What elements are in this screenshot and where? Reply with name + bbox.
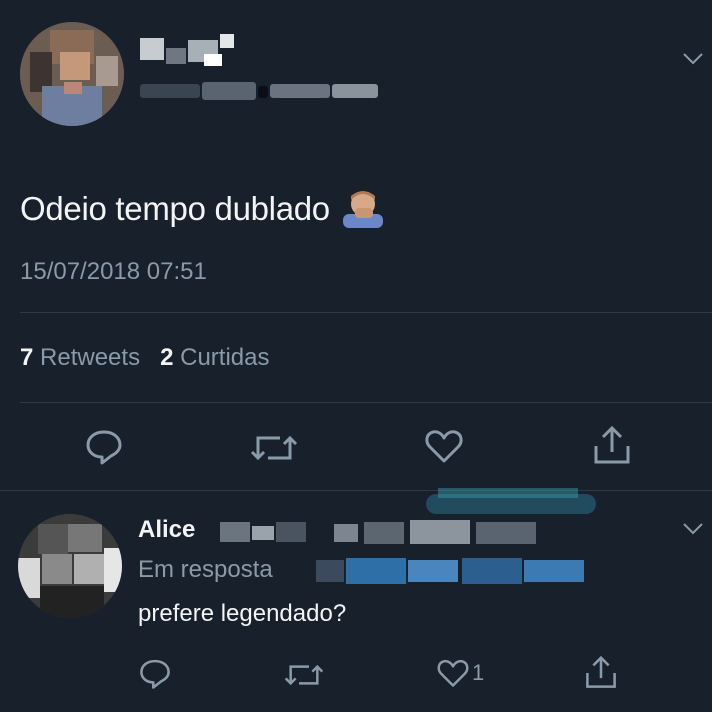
facepalm-emoji: [339, 188, 387, 228]
author-name-redacted: [140, 34, 250, 68]
reply-in-reply-to: Em resposta: [138, 556, 273, 584]
retweet-icon[interactable]: [250, 430, 298, 466]
reply-icon[interactable]: [84, 426, 124, 466]
reply-author-redacted: [214, 516, 544, 546]
in-reply-to-label: Em resposta: [138, 556, 273, 583]
chevron-down-icon[interactable]: [682, 52, 704, 66]
watermark-logo: [426, 484, 596, 520]
divider-reply: [0, 490, 712, 491]
share-icon[interactable]: [592, 424, 632, 468]
likes-label[interactable]: Curtidas: [180, 344, 269, 371]
likes-count[interactable]: 2: [160, 344, 173, 371]
reply-reply-icon[interactable]: [138, 656, 172, 690]
tweet-timestamp: 15/07/2018 07:51: [20, 258, 207, 285]
author-handle-redacted: [140, 82, 380, 102]
tweet-stats: 7 Retweets 2 Curtidas: [20, 344, 270, 372]
reply-retweet-icon[interactable]: [284, 660, 324, 690]
like-icon[interactable]: [424, 428, 464, 464]
reply-mention-redacted[interactable]: [316, 556, 588, 586]
reply-avatar[interactable]: [18, 514, 122, 618]
reply-like-count: 1: [472, 660, 485, 685]
tweet-text-content: Odeio tempo dublado: [20, 190, 330, 227]
divider-stats: [20, 402, 712, 403]
reply-like-icon[interactable]: [436, 658, 470, 688]
tweet-text: Odeio tempo dublado: [20, 188, 387, 228]
retweets-count[interactable]: 7: [20, 344, 33, 371]
retweets-label[interactable]: Retweets: [40, 344, 140, 371]
divider-top: [20, 312, 712, 313]
reply-header: Alice: [138, 516, 195, 544]
reply-author-name[interactable]: Alice: [138, 516, 195, 543]
reply-share-icon[interactable]: [584, 654, 618, 692]
reply-text: prefere legendado?: [138, 600, 347, 627]
facepalm-icon: [342, 191, 383, 228]
author-avatar[interactable]: [20, 22, 124, 126]
reply-chevron-down-icon[interactable]: [682, 522, 704, 536]
